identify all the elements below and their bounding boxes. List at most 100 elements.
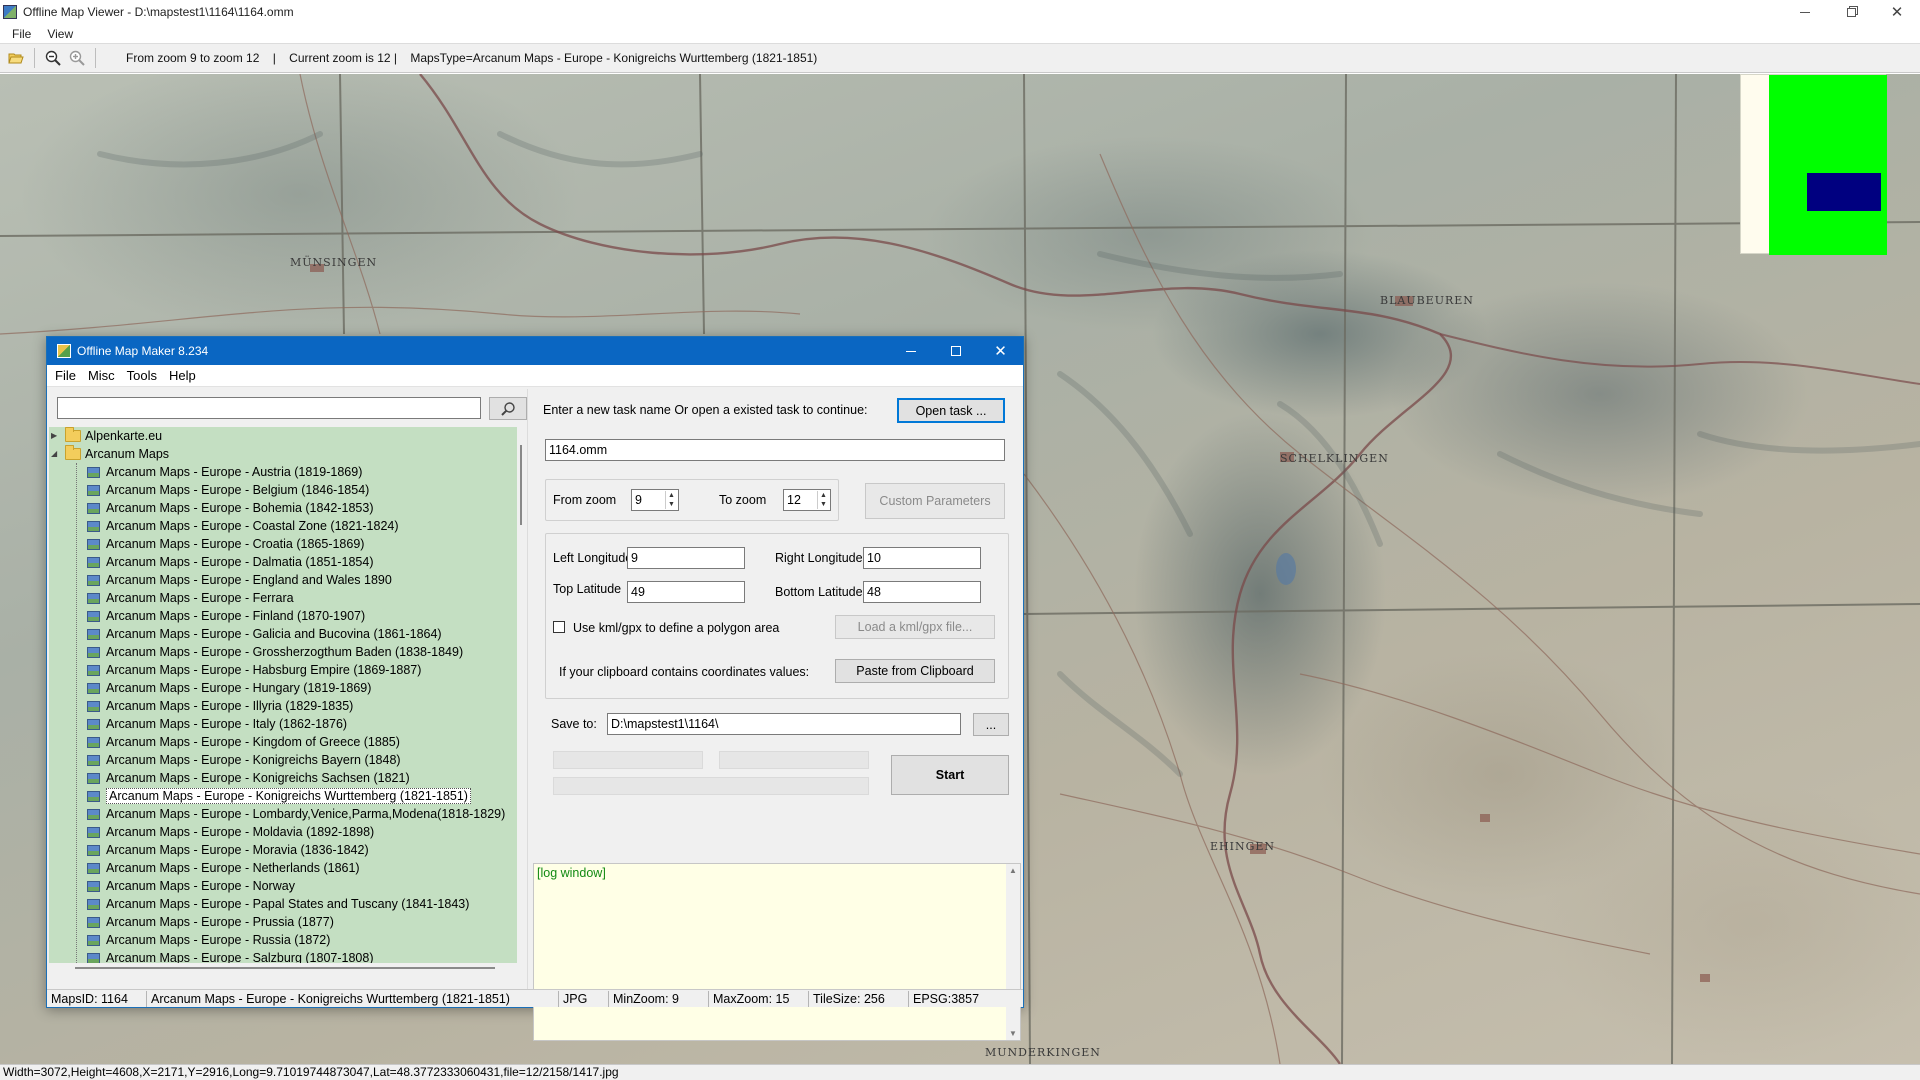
- save-to-input[interactable]: D:\mapstest1\1164\: [607, 713, 961, 735]
- main-menubar: File View: [0, 24, 1920, 43]
- chevron-up-icon[interactable]: ▲: [817, 491, 829, 500]
- spinner-arrows[interactable]: ▲ ▼: [817, 491, 829, 509]
- tree-map-item[interactable]: Arcanum Maps - Europe - Coastal Zone (18…: [49, 517, 517, 535]
- tree-map-item[interactable]: Arcanum Maps - Europe - Austria (1819-18…: [49, 463, 517, 481]
- menu-file[interactable]: File: [4, 27, 39, 41]
- tree-map-item[interactable]: Arcanum Maps - Europe - Dalmatia (1851-1…: [49, 553, 517, 571]
- tree-map-item[interactable]: Arcanum Maps - Europe - Hungary (1819-18…: [49, 679, 517, 697]
- left-longitude-input[interactable]: 9: [627, 547, 745, 569]
- collapse-icon[interactable]: ◢: [51, 450, 59, 458]
- map-tile-icon: [87, 916, 100, 928]
- status-epsg: EPSG:3857: [913, 991, 980, 1006]
- tree-map-item[interactable]: Arcanum Maps - Europe - Croatia (1865-18…: [49, 535, 517, 553]
- left-longitude-label: Left Longitude: [553, 551, 633, 565]
- map-tile-icon: [87, 556, 100, 568]
- tree-map-item[interactable]: Arcanum Maps - Europe - Netherlands (186…: [49, 859, 517, 877]
- chevron-up-icon[interactable]: ▲: [1009, 866, 1017, 875]
- tree-map-item[interactable]: Arcanum Maps - Europe - Norway: [49, 877, 517, 895]
- log-scrollbar[interactable]: ▲ ▼: [1006, 864, 1020, 1040]
- dialog-titlebar[interactable]: Offline Map Maker 8.234 ✕: [47, 337, 1023, 365]
- map-tile-icon: [87, 574, 100, 586]
- zoom-in-button[interactable]: [65, 46, 89, 70]
- tree-map-item[interactable]: Arcanum Maps - Europe - Italy (1862-1876…: [49, 715, 517, 733]
- task-name-input[interactable]: 1164.omm: [545, 439, 1005, 461]
- tree-map-item[interactable]: Arcanum Maps - Europe - Illyria (1829-18…: [49, 697, 517, 715]
- tree-map-item[interactable]: Arcanum Maps - Europe - Konigreichs Wurt…: [49, 787, 517, 805]
- chevron-up-icon[interactable]: ▲: [665, 491, 677, 500]
- scrollbar-thumb[interactable]: [520, 445, 522, 525]
- tree-map-item[interactable]: Arcanum Maps - Europe - Russia (1872): [49, 931, 517, 949]
- tree-vertical-scrollbar[interactable]: [517, 427, 525, 963]
- restore-button[interactable]: [1828, 0, 1874, 24]
- overview-minimap[interactable]: [1740, 74, 1887, 255]
- chevron-down-icon[interactable]: ▼: [665, 500, 677, 509]
- use-kml-checkbox[interactable]: [553, 621, 565, 633]
- dialog-menu-tools[interactable]: Tools: [121, 368, 163, 383]
- search-button[interactable]: [489, 397, 527, 420]
- tree-map-item[interactable]: Arcanum Maps - Europe - Konigreichs Sach…: [49, 769, 517, 787]
- close-button[interactable]: ✕: [1874, 0, 1920, 24]
- tree-map-item[interactable]: Arcanum Maps - Europe - Konigreichs Baye…: [49, 751, 517, 769]
- dialog-menu-file[interactable]: File: [49, 368, 82, 383]
- tree-folder-arcanum[interactable]: ◢ Arcanum Maps: [49, 445, 517, 463]
- dialog-window-controls: ✕: [888, 337, 1023, 365]
- tree-map-item-label: Arcanum Maps - Europe - Norway: [106, 879, 295, 893]
- tree-map-item[interactable]: Arcanum Maps - Europe - Prussia (1877): [49, 913, 517, 931]
- tree-map-item[interactable]: Arcanum Maps - Europe - Finland (1870-19…: [49, 607, 517, 625]
- top-latitude-input[interactable]: 49: [627, 581, 745, 603]
- status-min-zoom: MinZoom: 9: [609, 990, 709, 1007]
- minimize-button[interactable]: [1782, 0, 1828, 24]
- maximize-icon: [950, 346, 961, 356]
- open-task-button[interactable]: Open task ...: [897, 398, 1005, 423]
- tree-folder-alpenkarte[interactable]: ▶ Alpenkarte.eu: [49, 427, 517, 445]
- dialog-menu-misc[interactable]: Misc: [82, 368, 121, 383]
- right-longitude-input[interactable]: 10: [863, 547, 981, 569]
- tree-map-item-label: Arcanum Maps - Europe - Austria (1819-18…: [106, 465, 363, 479]
- tree-map-item-label: Arcanum Maps - Europe - Bohemia (1842-18…: [106, 501, 374, 515]
- search-input[interactable]: [57, 397, 481, 419]
- tree-map-item[interactable]: Arcanum Maps - Europe - England and Wale…: [49, 571, 517, 589]
- bottom-latitude-input[interactable]: 48: [863, 581, 981, 603]
- overview-viewport-indicator[interactable]: [1807, 173, 1881, 211]
- dialog-close-button[interactable]: ✕: [978, 337, 1023, 365]
- start-button[interactable]: Start: [891, 755, 1009, 795]
- zoom-out-button[interactable]: [41, 46, 65, 70]
- dialog-maximize-button[interactable]: [933, 337, 978, 365]
- map-label: SCHELKLINGEN: [1280, 452, 1389, 465]
- tree-map-item[interactable]: Arcanum Maps - Europe - Papal States and…: [49, 895, 517, 913]
- tree-map-item[interactable]: Arcanum Maps - Europe - Grossherzogthum …: [49, 643, 517, 661]
- browse-folder-button[interactable]: ...: [973, 713, 1009, 736]
- menu-view[interactable]: View: [39, 27, 81, 41]
- use-kml-label[interactable]: Use kml/gpx to define a polygon area: [573, 621, 779, 635]
- tree-map-item[interactable]: Arcanum Maps - Europe - Moravia (1836-18…: [49, 841, 517, 859]
- dialog-minimize-button[interactable]: [888, 337, 933, 365]
- tree-horizontal-scrollbar[interactable]: [49, 963, 525, 973]
- dialog-menu-help[interactable]: Help: [163, 368, 202, 383]
- from-zoom-spinner[interactable]: 9 ▲ ▼: [631, 489, 679, 511]
- tree-map-item[interactable]: Arcanum Maps - Europe - Kingdom of Greec…: [49, 733, 517, 751]
- tree-map-item[interactable]: Arcanum Maps - Europe - Lombardy,Venice,…: [49, 805, 517, 823]
- chevron-down-icon[interactable]: ▼: [817, 500, 829, 509]
- tree-map-item[interactable]: Arcanum Maps - Europe - Moldavia (1892-1…: [49, 823, 517, 841]
- custom-parameters-button[interactable]: Custom Parameters: [865, 483, 1005, 519]
- tree-map-item[interactable]: Arcanum Maps - Europe - Belgium (1846-18…: [49, 481, 517, 499]
- log-window[interactable]: [log window] ▲ ▼: [533, 863, 1021, 1041]
- tree-map-item[interactable]: Arcanum Maps - Europe - Bohemia (1842-18…: [49, 499, 517, 517]
- tree-map-item[interactable]: Arcanum Maps - Europe - Salzburg (1807-1…: [49, 949, 517, 963]
- tree-map-item[interactable]: Arcanum Maps - Europe - Ferrara: [49, 589, 517, 607]
- load-kml-button[interactable]: Load a kml/gpx file...: [835, 615, 995, 639]
- expand-icon[interactable]: ▶: [51, 432, 59, 440]
- to-zoom-spinner[interactable]: 12 ▲ ▼: [783, 489, 831, 511]
- map-label: BLAUBEUREN: [1380, 294, 1474, 307]
- tree-map-item[interactable]: Arcanum Maps - Europe - Galicia and Buco…: [49, 625, 517, 643]
- tree-map-item-label: Arcanum Maps - Europe - Habsburg Empire …: [106, 663, 422, 677]
- map-source-tree[interactable]: ▶ Alpenkarte.eu ◢ Arcanum Maps Arcanum M…: [49, 427, 525, 963]
- paste-from-clipboard-button[interactable]: Paste from Clipboard: [835, 659, 995, 683]
- map-tile-icon: [87, 592, 100, 604]
- open-folder-button[interactable]: [4, 46, 28, 70]
- spinner-arrows[interactable]: ▲ ▼: [665, 491, 677, 509]
- scrollbar-thumb[interactable]: [75, 967, 495, 969]
- tree-map-item[interactable]: Arcanum Maps - Europe - Habsburg Empire …: [49, 661, 517, 679]
- chevron-down-icon[interactable]: ▼: [1009, 1029, 1017, 1038]
- top-latitude-label: Top Latitude: [553, 582, 622, 596]
